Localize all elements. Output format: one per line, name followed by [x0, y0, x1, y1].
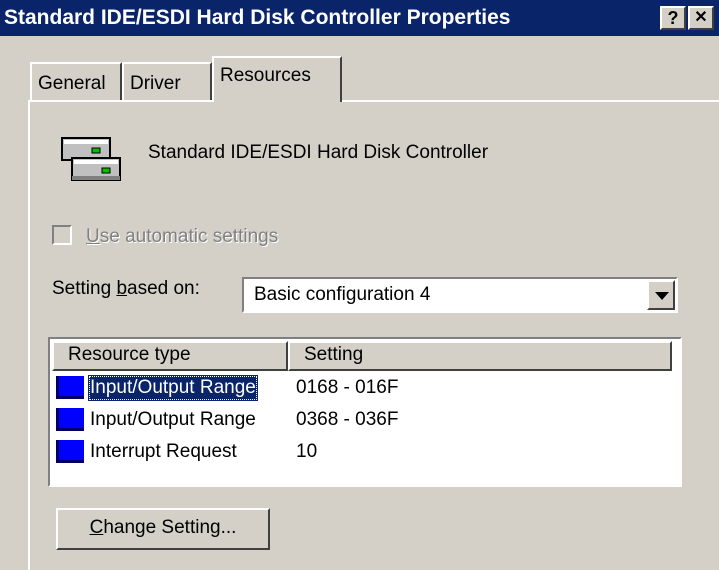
column-header-setting[interactable]: Setting [288, 341, 672, 371]
configuration-dropdown-value: Basic configuration 4 [254, 284, 431, 305]
help-button[interactable]: ? [660, 6, 686, 30]
resource-icon [56, 408, 84, 431]
column-header-resource-type[interactable]: Resource type [52, 341, 288, 371]
tab-panel [28, 100, 719, 570]
resource-list[interactable]: Resource type Setting Input/Output Range… [48, 337, 682, 487]
tab-resources[interactable]: Resources [212, 56, 342, 102]
title-bar[interactable]: Standard IDE/ESDI Hard Disk Controller P… [0, 0, 719, 36]
automatic-settings-label-text: se automatic settings [99, 226, 279, 247]
close-button[interactable]: ✕ [688, 6, 714, 30]
resource-type: Interrupt Request [90, 441, 237, 462]
automatic-settings-mnemonic: U [86, 226, 100, 247]
tab-driver-label: Driver [130, 73, 181, 94]
tab-resources-label: Resources [220, 65, 311, 86]
resource-setting: 0168 - 016F [296, 377, 399, 398]
resource-icon [56, 440, 84, 463]
disk-controller-icon [61, 137, 121, 181]
resource-type: Input/Output Range [90, 409, 256, 430]
resource-type: Input/Output Range [88, 375, 258, 401]
change-setting-label: hange Setting... [103, 517, 237, 538]
resource-setting: 10 [296, 441, 318, 462]
resource-row[interactable]: Interrupt Request 10 [50, 437, 680, 469]
setting-based-on-label-start: Setting [52, 278, 117, 299]
change-setting-mnemonic: C [89, 517, 104, 538]
resource-row[interactable]: Input/Output Range 0368 - 036F [50, 405, 680, 437]
tab-general-label: General [38, 73, 106, 94]
window-title: Standard IDE/ESDI Hard Disk Controller P… [4, 6, 511, 29]
resource-setting: 0368 - 036F [296, 409, 399, 430]
resource-icon [56, 376, 84, 399]
device-name: Standard IDE/ESDI Hard Disk Controller [148, 142, 489, 163]
configuration-dropdown[interactable]: Basic configuration 4 [242, 277, 678, 313]
automatic-settings-checkbox[interactable] [52, 225, 72, 245]
change-setting-button[interactable]: Change Setting... [56, 508, 270, 550]
dropdown-arrow-icon[interactable] [647, 280, 675, 310]
automatic-settings-label: Use automatic settings [86, 226, 278, 248]
resource-row[interactable]: Input/Output Range 0168 - 016F [50, 373, 680, 405]
tab-general[interactable]: General [30, 62, 122, 100]
properties-dialog: Standard IDE/ESDI Hard Disk Controller P… [0, 0, 719, 570]
setting-based-on-label-end: ased on: [127, 278, 200, 299]
setting-based-on-mnemonic: b [116, 278, 128, 299]
setting-based-on-label: Setting based on: [52, 278, 200, 300]
tab-driver[interactable]: Driver [122, 62, 212, 100]
